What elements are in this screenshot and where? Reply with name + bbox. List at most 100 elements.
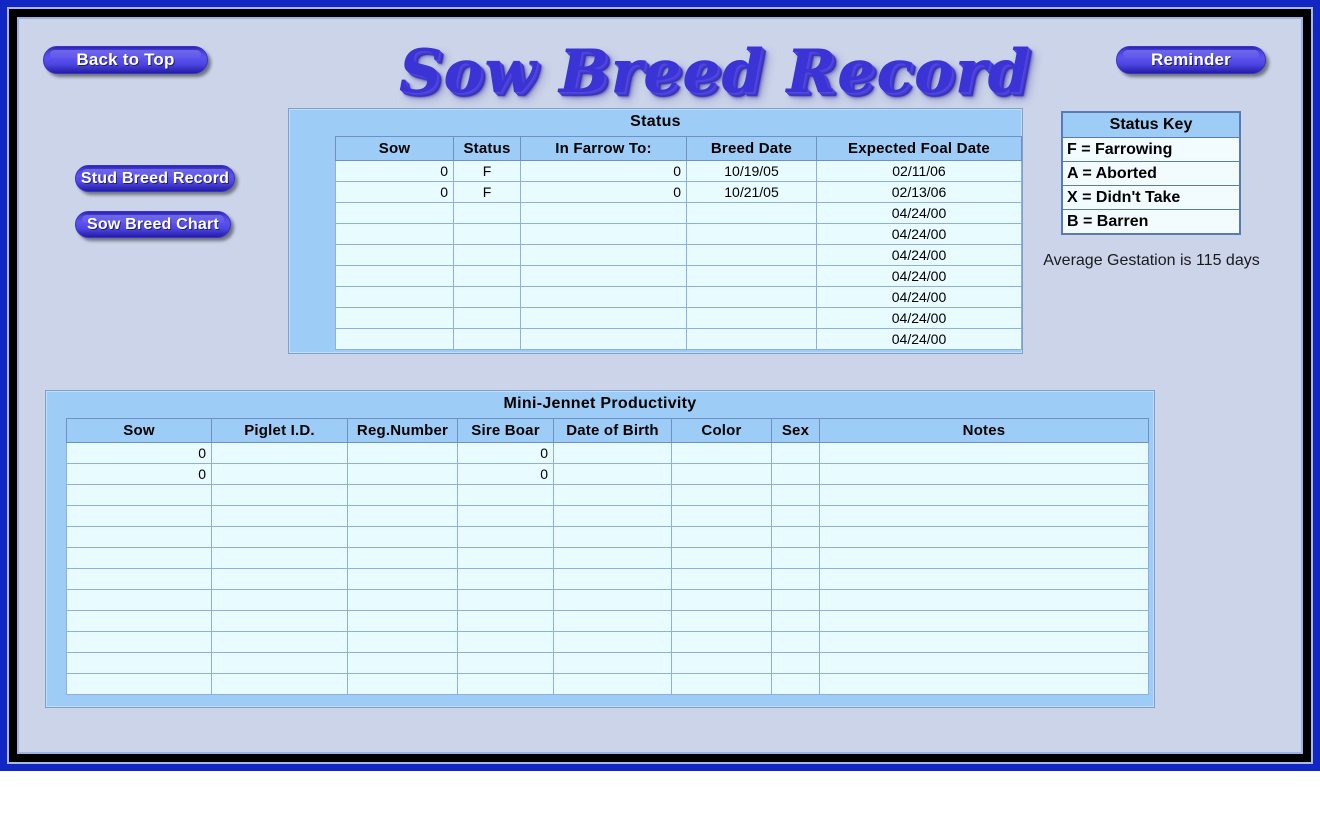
productivity-cell-piglet-id[interactable] xyxy=(211,610,348,632)
status-table-row[interactable]: 0 F 0 10/19/05 02/11/06 xyxy=(335,160,1022,182)
productivity-cell-sow[interactable] xyxy=(66,484,212,506)
productivity-cell-sow[interactable] xyxy=(66,673,212,695)
status-cell-in-farrow-to[interactable]: 0 xyxy=(520,160,687,182)
productivity-cell-piglet-id[interactable] xyxy=(211,547,348,569)
back-to-top-button[interactable]: Back to Top xyxy=(43,46,208,74)
productivity-cell-sire-boar[interactable] xyxy=(457,589,554,611)
sow-breed-chart-button[interactable]: Sow Breed Chart xyxy=(75,211,231,238)
status-cell-expected-foal-date[interactable]: 04/24/00 xyxy=(816,307,1022,329)
productivity-cell-color[interactable] xyxy=(671,547,772,569)
status-cell-status[interactable] xyxy=(453,307,521,329)
productivity-cell-reg-number[interactable] xyxy=(347,505,458,527)
status-cell-status[interactable] xyxy=(453,223,521,245)
productivity-cell-reg-number[interactable] xyxy=(347,463,458,485)
status-cell-in-farrow-to[interactable] xyxy=(520,307,687,329)
productivity-cell-piglet-id[interactable] xyxy=(211,631,348,653)
productivity-cell-reg-number[interactable] xyxy=(347,568,458,590)
productivity-cell-date-of-birth[interactable] xyxy=(553,568,672,590)
status-cell-status[interactable] xyxy=(453,265,521,287)
productivity-cell-sire-boar[interactable] xyxy=(457,505,554,527)
productivity-cell-notes[interactable] xyxy=(819,631,1149,653)
productivity-cell-sire-boar[interactable] xyxy=(457,484,554,506)
productivity-cell-sex[interactable] xyxy=(771,547,820,569)
productivity-table-row[interactable] xyxy=(66,589,1149,611)
productivity-cell-sow[interactable]: 0 xyxy=(66,463,212,485)
productivity-cell-sow[interactable] xyxy=(66,505,212,527)
productivity-cell-sow[interactable] xyxy=(66,610,212,632)
productivity-cell-sex[interactable] xyxy=(771,652,820,674)
productivity-table-row[interactable] xyxy=(66,505,1149,527)
status-cell-in-farrow-to[interactable] xyxy=(520,202,687,224)
productivity-cell-color[interactable] xyxy=(671,484,772,506)
status-table-row[interactable]: 04/24/00 xyxy=(335,286,1022,308)
productivity-table-row[interactable]: 00 xyxy=(66,463,1149,485)
productivity-cell-piglet-id[interactable] xyxy=(211,526,348,548)
productivity-cell-color[interactable] xyxy=(671,652,772,674)
status-cell-in-farrow-to[interactable] xyxy=(520,223,687,245)
productivity-cell-notes[interactable] xyxy=(819,526,1149,548)
status-cell-expected-foal-date[interactable]: 04/24/00 xyxy=(816,244,1022,266)
productivity-cell-piglet-id[interactable] xyxy=(211,442,348,464)
status-table-row[interactable]: 04/24/00 xyxy=(335,307,1022,329)
status-cell-status[interactable] xyxy=(453,328,521,350)
productivity-cell-color[interactable] xyxy=(671,505,772,527)
productivity-table-row[interactable] xyxy=(66,673,1149,695)
status-cell-status[interactable] xyxy=(453,244,521,266)
productivity-cell-date-of-birth[interactable] xyxy=(553,526,672,548)
productivity-cell-reg-number[interactable] xyxy=(347,442,458,464)
productivity-cell-reg-number[interactable] xyxy=(347,484,458,506)
productivity-cell-notes[interactable] xyxy=(819,673,1149,695)
productivity-cell-sire-boar[interactable] xyxy=(457,673,554,695)
productivity-cell-color[interactable] xyxy=(671,568,772,590)
productivity-cell-sire-boar[interactable]: 0 xyxy=(457,463,554,485)
status-table-row[interactable]: 0 F 0 10/21/05 02/13/06 xyxy=(335,181,1022,203)
productivity-cell-sex[interactable] xyxy=(771,631,820,653)
productivity-cell-sow[interactable] xyxy=(66,652,212,674)
status-cell-breed-date[interactable]: 10/19/05 xyxy=(686,160,817,182)
productivity-cell-sex[interactable] xyxy=(771,673,820,695)
productivity-cell-date-of-birth[interactable] xyxy=(553,652,672,674)
status-table-row[interactable]: 04/24/00 xyxy=(335,328,1022,350)
status-cell-in-farrow-to[interactable] xyxy=(520,286,687,308)
productivity-cell-sex[interactable] xyxy=(771,463,820,485)
status-table-row[interactable]: 04/24/00 xyxy=(335,202,1022,224)
productivity-cell-sire-boar[interactable] xyxy=(457,568,554,590)
status-cell-sow[interactable] xyxy=(335,328,454,350)
status-cell-status[interactable] xyxy=(453,202,521,224)
status-cell-sow[interactable] xyxy=(335,223,454,245)
status-table-row[interactable]: 04/24/00 xyxy=(335,223,1022,245)
status-cell-sow[interactable] xyxy=(335,202,454,224)
reminder-button[interactable]: Reminder xyxy=(1116,46,1266,74)
productivity-cell-piglet-id[interactable] xyxy=(211,673,348,695)
productivity-cell-sire-boar[interactable]: 0 xyxy=(457,442,554,464)
status-cell-breed-date[interactable] xyxy=(686,244,817,266)
productivity-cell-piglet-id[interactable] xyxy=(211,463,348,485)
status-cell-status[interactable]: F xyxy=(453,160,521,182)
productivity-cell-date-of-birth[interactable] xyxy=(553,442,672,464)
productivity-cell-piglet-id[interactable] xyxy=(211,589,348,611)
status-table-row[interactable]: 04/24/00 xyxy=(335,244,1022,266)
productivity-cell-sex[interactable] xyxy=(771,484,820,506)
productivity-cell-sire-boar[interactable] xyxy=(457,631,554,653)
productivity-cell-sire-boar[interactable] xyxy=(457,547,554,569)
productivity-cell-notes[interactable] xyxy=(819,484,1149,506)
productivity-cell-sex[interactable] xyxy=(771,568,820,590)
productivity-cell-sex[interactable] xyxy=(771,610,820,632)
productivity-cell-reg-number[interactable] xyxy=(347,547,458,569)
status-cell-expected-foal-date[interactable]: 04/24/00 xyxy=(816,265,1022,287)
productivity-table-row[interactable] xyxy=(66,610,1149,632)
status-cell-sow[interactable] xyxy=(335,244,454,266)
stud-breed-record-button[interactable]: Stud Breed Record xyxy=(75,165,235,192)
productivity-cell-date-of-birth[interactable] xyxy=(553,484,672,506)
status-cell-breed-date[interactable]: 10/21/05 xyxy=(686,181,817,203)
productivity-cell-sow[interactable]: 0 xyxy=(66,442,212,464)
productivity-cell-date-of-birth[interactable] xyxy=(553,547,672,569)
productivity-cell-color[interactable] xyxy=(671,610,772,632)
productivity-cell-date-of-birth[interactable] xyxy=(553,463,672,485)
productivity-table-row[interactable]: 00 xyxy=(66,442,1149,464)
status-cell-sow[interactable] xyxy=(335,265,454,287)
productivity-cell-date-of-birth[interactable] xyxy=(553,673,672,695)
productivity-cell-reg-number[interactable] xyxy=(347,652,458,674)
productivity-cell-color[interactable] xyxy=(671,589,772,611)
productivity-cell-notes[interactable] xyxy=(819,568,1149,590)
